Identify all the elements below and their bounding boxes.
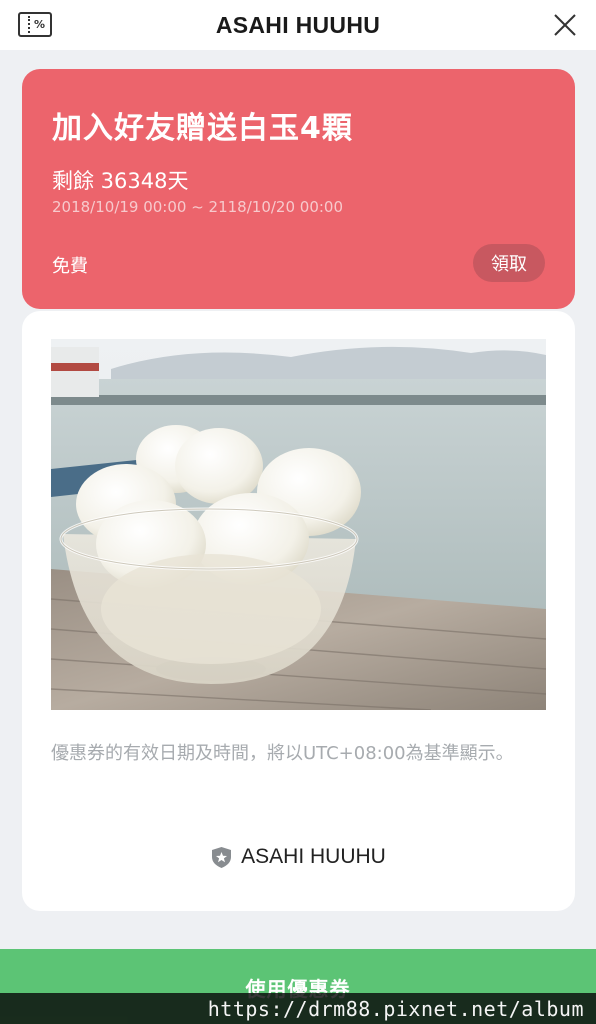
watermark-text: https://drm88.pixnet.net/album [207,996,584,1021]
close-icon[interactable] [552,12,578,38]
coupon-photo [51,339,546,710]
coupon-remaining-days: 剩餘 36348天 [52,169,189,193]
brand-name: ASAHI HUUHU [241,845,386,868]
timezone-notice: 優惠券的有效日期及時間，將以UTC+08:00為基準顯示。 [51,743,514,764]
coupon-price: 免費 [52,256,88,277]
coupon-validity-period: 2018/10/19 00:00 ~ 2118/10/20 00:00 [52,198,344,216]
coupon-detail-card: 優惠券的有效日期及時間，將以UTC+08:00為基準顯示。 ASAHI HUUH… [22,311,575,911]
claim-button[interactable]: 領取 [473,244,545,282]
brand-label: ASAHI HUUHU [22,845,575,869]
coupon-card: 加入好友贈送白玉4顆 剩餘 36348天 2018/10/19 00:00 ~ … [22,69,575,309]
watermark: https://drm88.pixnet.net/album [0,993,596,1024]
shield-star-icon [212,846,232,868]
top-bar: % ASAHI HUUHU [0,0,596,50]
coupon-icon[interactable]: % [18,12,52,37]
coupon-title: 加入好友贈送白玉4顆 [52,111,353,146]
coupon-icon-label: % [33,18,46,31]
page-title: ASAHI HUUHU [215,11,381,38]
